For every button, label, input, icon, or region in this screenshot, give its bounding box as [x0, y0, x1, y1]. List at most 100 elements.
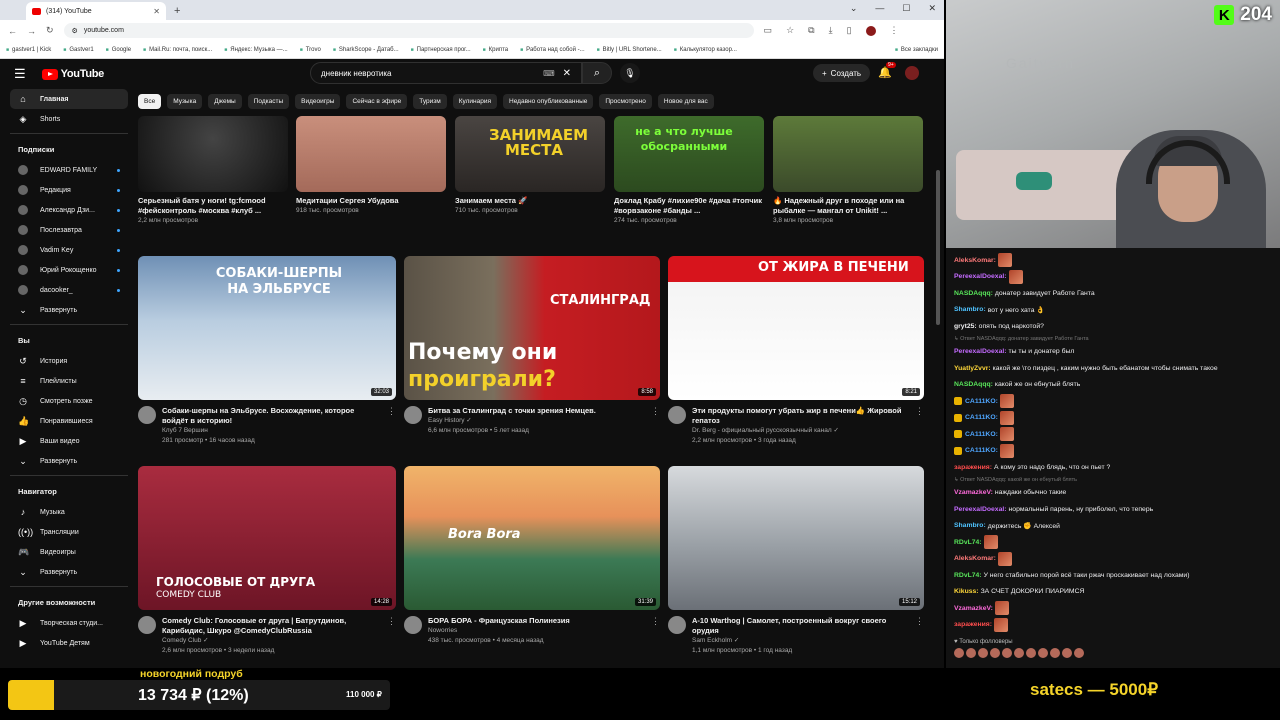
bookmark-item[interactable]: Gastver1 — [63, 47, 93, 53]
chip-filter[interactable]: Туризм — [413, 94, 447, 109]
sidebar-item[interactable]: ▶ Творческая студи... — [10, 613, 128, 633]
chat-username[interactable]: заражения: — [954, 464, 992, 471]
chat-username[interactable]: PereexalDoexal: — [954, 273, 1007, 280]
close-window-button[interactable]: ✕ — [928, 3, 936, 14]
sidebar-item[interactable]: ⌄ Развернуть — [10, 300, 128, 320]
chat-username[interactable]: YuatlyZvvr: — [954, 365, 991, 372]
video-title[interactable]: А-10 Warthog | Самолет, построенный вокр… — [692, 616, 909, 636]
video-card-top-5[interactable]: 🔥 Надежный друг в походе или на рыбалке … — [773, 116, 923, 226]
chip-filter[interactable]: Музыка — [167, 94, 203, 109]
video-title[interactable]: Собаки-шерпы на Эльбрусе. Восхождение, к… — [162, 406, 381, 426]
chip-filter[interactable]: Новое для вас — [657, 94, 714, 109]
video-thumbnail[interactable]: СТАЛИНГРАД Почему они проиграли? 8:58 — [404, 256, 660, 400]
voice-search-button[interactable]: 🎙 — [620, 63, 640, 83]
sidebar-section-title[interactable]: Вы — [10, 329, 128, 351]
menu-icon[interactable]: ⋮ — [890, 25, 899, 36]
video-thumbnail[interactable]: Bora Bora 31:39 — [404, 466, 660, 610]
video-card-top-4[interactable]: не а что лучше обосранными Доклад Крабу … — [614, 116, 764, 226]
chat-username[interactable]: CA111KO: — [965, 431, 998, 438]
search-button[interactable]: ⌕ — [582, 62, 612, 84]
sidebar-item[interactable]: ⌄ Развернуть — [10, 562, 128, 582]
video-thumbnail[interactable]: ГОЛОСОВЫЕ ОТ ДРУГА COMEDY CLUB 14:28 — [138, 466, 396, 610]
chip-filter[interactable]: Просмотрено — [599, 94, 652, 109]
sidebar-item[interactable]: Vadim Key — [10, 240, 128, 260]
download-icon[interactable]: ⤓ — [829, 25, 833, 36]
sidebar-section-title[interactable]: Подписки — [10, 138, 128, 160]
channel-avatar[interactable] — [404, 406, 422, 424]
video-thumbnail[interactable]: СОБАКИ-ШЕРПЫ НА ЭЛЬБРУСЕ 32:03 — [138, 256, 396, 400]
sidebar-item[interactable]: 🎮 Видеоигры — [10, 542, 128, 562]
video-thumbnail[interactable]: ЗАНИМАЕМ МЕСТА — [455, 116, 605, 192]
video-title[interactable]: Серьезный батя у ноги! tg:fcmood #фейско… — [138, 196, 288, 216]
chip-filter[interactable]: Видеоигры — [295, 94, 341, 109]
chip-filter[interactable]: Джемы — [208, 94, 242, 109]
cast-icon[interactable]: ▭ — [764, 25, 773, 36]
video-title[interactable]: Медитации Сергея Убудова — [296, 196, 399, 206]
chevron-down-icon[interactable]: ⌄ — [850, 3, 858, 14]
star-icon[interactable]: ☆ — [786, 25, 794, 36]
chat-username[interactable]: заражения: — [954, 621, 992, 628]
sidebar-item[interactable]: ↺ История — [10, 351, 128, 371]
sidebar-item[interactable]: ⌄ Развернуть — [10, 451, 128, 471]
chat-username[interactable]: CA111KO: — [965, 398, 998, 405]
video-card-2[interactable]: СТАЛИНГРАД Почему они проиграли? 8:58 Би… — [404, 256, 660, 436]
chat-username[interactable]: Kikuss: — [954, 588, 979, 595]
keyboard-icon[interactable]: ⌨ — [543, 69, 555, 78]
chat-username[interactable]: RDvL74: — [954, 539, 982, 546]
video-card-5[interactable]: Bora Bora 31:39 БОРА БОРА - Французская … — [404, 466, 660, 646]
video-thumbnail[interactable]: 15:12 — [668, 466, 924, 610]
chip-filter[interactable]: Подкасты — [247, 94, 290, 109]
video-thumbnail[interactable]: ОТ ЖИРА В ПЕЧЕНИ 8:21 — [668, 256, 924, 400]
bookmark-item[interactable]: Партнерская прог... — [411, 47, 471, 53]
video-thumbnail[interactable] — [296, 116, 446, 192]
back-button[interactable]: ← — [8, 26, 17, 36]
channel-avatar[interactable] — [138, 406, 156, 424]
bookmark-item[interactable]: Крипта — [483, 47, 508, 53]
page-scrollbar[interactable] — [936, 170, 940, 325]
video-title[interactable]: Доклад Крабу #лихие90е #дача #топчик #во… — [614, 196, 764, 216]
sidebar-item[interactable]: Юрий Рокощенко — [10, 260, 128, 280]
minimize-button[interactable]: — — [875, 3, 884, 14]
chat-username[interactable]: Shambro: — [954, 522, 986, 529]
chip-filter[interactable]: Кулинария — [452, 94, 498, 109]
chat-username[interactable]: NASDAqqq: — [954, 290, 993, 297]
sidebar-item[interactable]: ≡ Плейлисты — [10, 371, 128, 391]
video-title[interactable]: 🔥 Надежный друг в походе или на рыбалке … — [773, 196, 923, 216]
forward-button[interactable]: → — [27, 26, 36, 36]
sidepanel-icon[interactable]: ▯ — [847, 25, 852, 36]
channel-avatar[interactable] — [668, 406, 686, 424]
chat-username[interactable]: CA111KO: — [965, 414, 998, 421]
video-title[interactable]: Эти продукты помогут убрать жир в печени… — [692, 406, 909, 426]
video-card-4[interactable]: ГОЛОСОВЫЕ ОТ ДРУГА COMEDY CLUB 14:28 Com… — [138, 466, 396, 656]
bookmark-item[interactable]: gastver1 | Kick — [6, 47, 51, 53]
channel-avatar[interactable] — [138, 616, 156, 634]
video-card-top-2[interactable]: Медитации Сергея Убудова 918 тыс. просмот… — [296, 116, 446, 216]
sidebar-item[interactable]: 👍 Понравившиеся — [10, 411, 128, 431]
more-options-icon[interactable]: ⋮ — [651, 616, 660, 646]
channel-name[interactable]: Клуб 7 Вершин — [162, 426, 381, 436]
sidebar-item[interactable]: dacooker_ — [10, 280, 128, 300]
chat-username[interactable]: gryt25: — [954, 323, 977, 330]
chat-username[interactable]: VzamazkeV: — [954, 605, 993, 612]
bookmark-item[interactable]: Bitly | URL Shortene... — [597, 47, 662, 53]
reload-button[interactable]: ↻ — [46, 25, 54, 36]
channel-avatar[interactable] — [404, 616, 422, 634]
create-button[interactable]: + Создать — [813, 64, 871, 82]
video-thumbnail[interactable] — [138, 116, 288, 192]
bookmark-item[interactable]: Mail.Ru: почта, поиск... — [143, 47, 212, 53]
bookmark-item[interactable]: Калькулятор казор... — [674, 47, 737, 53]
more-options-icon[interactable]: ⋮ — [915, 616, 924, 656]
video-title[interactable]: Comedy Club: Голосовые от друга | Батрут… — [162, 616, 381, 636]
sidebar-item[interactable]: ▶ Ваши видео — [10, 431, 128, 451]
channel-name[interactable]: Sam Eckholm ✓ — [692, 636, 909, 646]
notifications-button[interactable]: 🔔 9+ — [878, 62, 896, 79]
video-thumbnail[interactable] — [773, 116, 923, 192]
sidebar-item[interactable]: ((•)) Трансляции — [10, 522, 128, 542]
new-tab-button[interactable]: + — [174, 5, 180, 17]
search-input[interactable]: дневник невротика ⌨ ✕ — [310, 62, 582, 84]
close-tab-icon[interactable]: ✕ — [153, 7, 160, 16]
sidebar-item[interactable]: EDWARD FAMILY — [10, 160, 128, 180]
channel-name[interactable]: Easy History ✓ — [428, 416, 645, 426]
more-options-icon[interactable]: ⋮ — [387, 616, 396, 656]
youtube-logo[interactable]: YouTube — [41, 68, 104, 80]
